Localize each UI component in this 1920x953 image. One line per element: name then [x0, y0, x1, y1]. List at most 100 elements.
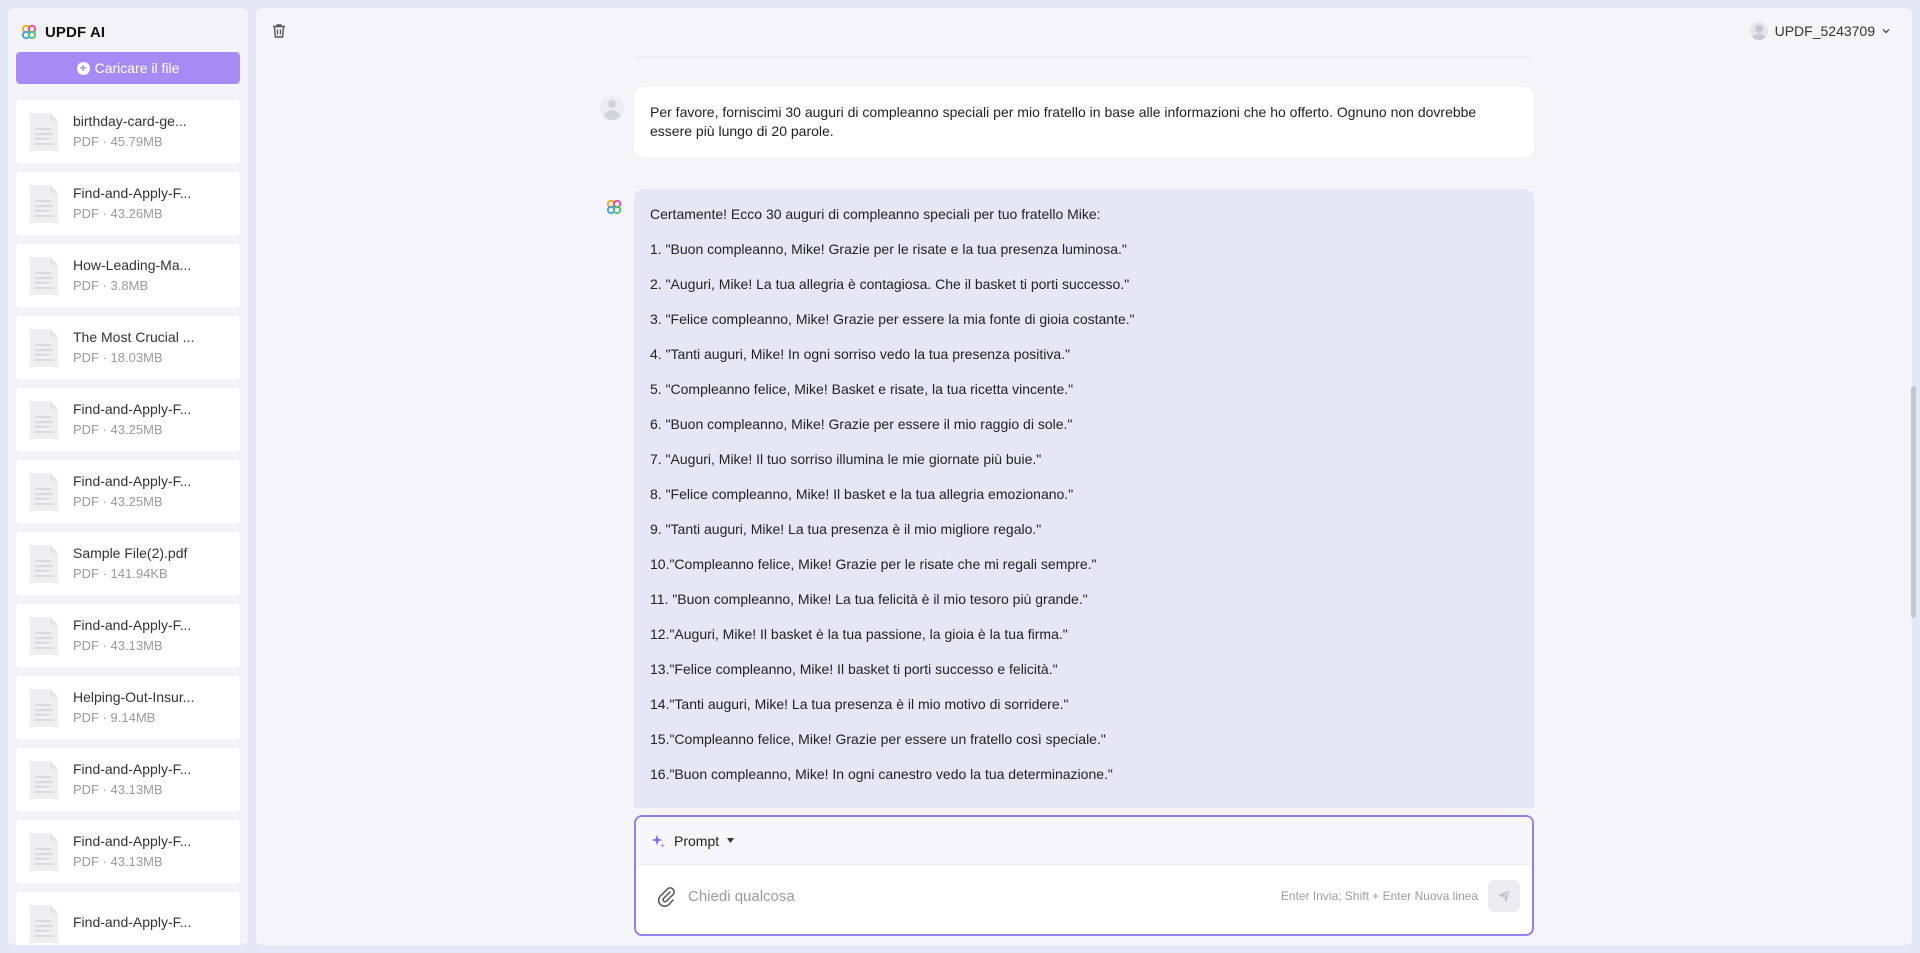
file-name: Find-and-Apply-F...: [73, 914, 192, 930]
upload-file-button[interactable]: + Caricare il file: [16, 52, 240, 84]
ai-list-item: 13."Felice compleanno, Mike! Il basket t…: [650, 661, 1058, 677]
scrollbar-thumb[interactable]: [1911, 386, 1916, 618]
file-meta: Helping-Out-Insur... PDF · 9.14MB: [73, 688, 194, 727]
file-name: Find-and-Apply-F...: [73, 833, 192, 849]
user-menu[interactable]: UPDF_5243709: [1749, 22, 1890, 40]
ai-list-item: 1. "Buon compleanno, Mike! Grazie per le…: [650, 241, 1127, 257]
file-meta: Find-and-Apply-F... PDF · 43.13MB: [73, 832, 191, 871]
file-name: birthday-card-ge...: [73, 113, 187, 129]
file-name: The Most Crucial ...: [73, 329, 195, 345]
ai-list-item: 15."Compleanno felice, Mike! Grazie per …: [650, 731, 1106, 747]
paperclip-icon[interactable]: [656, 885, 676, 907]
file-meta: Find-and-Apply-F...: [73, 913, 191, 934]
file-meta: Find-and-Apply-F... PDF · 43.25MB: [73, 472, 191, 511]
file-name: Find-and-Apply-F...: [73, 401, 192, 417]
brand-name: UPDF AI: [45, 23, 106, 41]
file-info: PDF · 43.25MB: [73, 494, 163, 509]
file-info: PDF · 43.13MB: [73, 782, 163, 797]
file-card[interactable]: Find-and-Apply-F... PDF · 43.13MB: [16, 820, 240, 883]
file-meta: birthday-card-ge... PDF · 45.79MB: [73, 112, 187, 151]
file-card[interactable]: Find-and-Apply-F... PDF · 43.25MB: [16, 460, 240, 523]
prompt-label: Prompt: [674, 832, 720, 849]
file-info: PDF · 141.94KB: [73, 566, 168, 581]
file-info: PDF · 18.03MB: [73, 350, 163, 365]
file-name: Find-and-Apply-F...: [73, 185, 192, 201]
send-icon: [1497, 889, 1511, 903]
file-name: Find-and-Apply-F...: [73, 761, 192, 777]
chat-area: Per favore, forniscimi 30 auguri di comp…: [256, 8, 1912, 808]
composer: Prompt Enter Invia; Shift + Enter Nuova …: [634, 815, 1534, 936]
keyboard-hint: Enter Invia; Shift + Enter Nuova linea: [1280, 889, 1478, 903]
chat-input[interactable]: [688, 879, 1248, 913]
file-info: PDF · 43.25MB: [73, 422, 163, 437]
file-card[interactable]: birthday-card-ge... PDF · 45.79MB: [16, 100, 240, 163]
ai-list-item: 2. "Auguri, Mike! La tua allegria è cont…: [650, 276, 1130, 292]
file-name: Find-and-Apply-F...: [73, 473, 192, 489]
file-meta: Find-and-Apply-F... PDF · 43.13MB: [73, 760, 191, 799]
scrollbar[interactable]: [1910, 8, 1916, 945]
ai-list-item: 5. "Compleanno felice, Mike! Basket e ri…: [650, 381, 1074, 397]
pdf-document-icon: [30, 112, 58, 151]
account-avatar-icon: [1749, 22, 1768, 40]
ai-list-item: 14."Tanti auguri, Mike! La tua presenza …: [650, 696, 1069, 712]
file-name: Sample File(2).pdf: [73, 545, 188, 561]
updf-logo-icon: [21, 24, 37, 40]
file-list: birthday-card-ge... PDF · 45.79MB Find-and…: [16, 100, 240, 945]
ai-list-item: 8. "Felice compleanno, Mike! Il basket e…: [650, 486, 1074, 502]
pdf-document-icon: [30, 184, 58, 223]
ai-list-item: 9. "Tanti auguri, Mike! La tua presenza …: [650, 521, 1042, 537]
pdf-document-icon: [30, 544, 58, 583]
sparkle-icon: [651, 834, 665, 848]
prompt-selector[interactable]: Prompt: [636, 817, 1532, 865]
ai-list-item: 7. "Auguri, Mike! Il tuo sorriso illumin…: [650, 451, 1042, 467]
file-card[interactable]: Sample File(2).pdf PDF · 141.94KB: [16, 532, 240, 595]
file-card[interactable]: The Most Crucial ... PDF · 18.03MB: [16, 316, 240, 379]
file-card[interactable]: Find-and-Apply-F... PDF · 43.13MB: [16, 604, 240, 667]
file-name: Find-and-Apply-F...: [73, 617, 192, 633]
pdf-document-icon: [30, 472, 58, 511]
ai-message-intro: Certamente! Ecco 30 auguri di compleanno…: [650, 206, 1101, 222]
user-message: Per favore, forniscimi 30 auguri di comp…: [634, 87, 1534, 157]
pdf-document-icon: [30, 760, 58, 799]
ai-list-item: 16."Buon compleanno, Mike! In ogni canes…: [650, 766, 1113, 782]
ai-list-item: 3. "Felice compleanno, Mike! Grazie per …: [650, 311, 1135, 327]
upload-plus-icon: +: [76, 61, 90, 75]
file-info: PDF · 43.13MB: [73, 638, 163, 653]
pdf-document-icon: [30, 328, 58, 367]
user-avatar-icon: [600, 96, 624, 120]
file-info: PDF · 43.26MB: [73, 206, 163, 221]
file-name: How-Leading-Ma...: [73, 257, 192, 273]
ai-message-list: 1. "Buon compleanno, Mike! Grazie per le…: [650, 240, 1518, 800]
caret-down-icon: [727, 838, 735, 843]
file-card[interactable]: Helping-Out-Insur... PDF · 9.14MB: [16, 676, 240, 739]
pdf-document-icon: [30, 256, 58, 295]
ai-list-item: 11. "Buon compleanno, Mike! La tua felic…: [650, 591, 1088, 607]
pdf-document-icon: [30, 688, 58, 727]
upload-file-label: Caricare il file: [94, 60, 180, 76]
file-card[interactable]: How-Leading-Ma... PDF · 3.8MB: [16, 244, 240, 307]
file-card[interactable]: Find-and-Apply-F... PDF · 43.25MB: [16, 388, 240, 451]
main-panel: Per favore, forniscimi 30 auguri di comp…: [256, 8, 1912, 945]
file-meta: The Most Crucial ... PDF · 18.03MB: [73, 328, 194, 367]
file-card[interactable]: Find-and-Apply-F... PDF · 43.26MB: [16, 172, 240, 235]
file-meta: Find-and-Apply-F... PDF · 43.13MB: [73, 616, 191, 655]
sidebar: UPDF AI + Caricare il file birthday-card…: [8, 8, 248, 945]
pdf-document-icon: [30, 904, 58, 943]
file-card[interactable]: Find-and-Apply-F...: [16, 892, 240, 945]
input-row: Enter Invia; Shift + Enter Nuova linea: [636, 865, 1532, 934]
file-meta: How-Leading-Ma... PDF · 3.8MB: [73, 256, 191, 295]
previous-message-edge: [634, 56, 1532, 58]
file-info: PDF · 45.79MB: [73, 134, 163, 149]
file-meta: Find-and-Apply-F... PDF · 43.25MB: [73, 400, 191, 439]
username: UPDF_5243709: [1774, 23, 1875, 39]
pdf-document-icon: [30, 616, 58, 655]
file-info: PDF · 43.13MB: [73, 854, 163, 869]
brand-header: UPDF AI: [8, 8, 248, 56]
file-name: Helping-Out-Insur...: [73, 689, 195, 705]
pdf-document-icon: [30, 832, 58, 871]
pdf-document-icon: [30, 400, 58, 439]
ai-message: Certamente! Ecco 30 auguri di compleanno…: [634, 189, 1534, 808]
trash-icon[interactable]: [270, 22, 288, 40]
file-card[interactable]: Find-and-Apply-F... PDF · 43.13MB: [16, 748, 240, 811]
send-button[interactable]: [1488, 880, 1520, 912]
